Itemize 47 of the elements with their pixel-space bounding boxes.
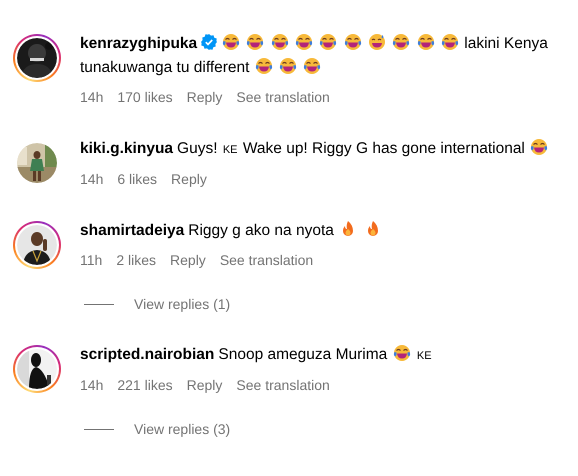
- comment-text: tunakuwanga tu different: [80, 59, 250, 76]
- timestamp: 14h: [80, 88, 104, 107]
- comment-text: Riggy g ako na nyota: [188, 222, 334, 239]
- laughing-face-icon: [319, 33, 338, 51]
- timestamp: 11h: [80, 251, 102, 270]
- laughing-face-icon: [344, 33, 362, 51]
- laughing-face-icon: [530, 138, 548, 156]
- comment-text: lakini Kenya: [464, 35, 548, 52]
- laughing-face-icon: [279, 57, 298, 75]
- view-replies-link[interactable]: View replies (3): [134, 419, 230, 439]
- timestamp: 14h: [80, 376, 104, 395]
- translation-link[interactable]: See translation: [236, 87, 330, 107]
- flag-code: KE: [222, 144, 238, 156]
- username[interactable]: scripted.nairobian: [80, 346, 214, 363]
- likes-count[interactable]: 221 likes: [117, 375, 173, 395]
- timestamp: 14h: [80, 170, 104, 189]
- laughing-face-icon: [303, 57, 322, 75]
- laughing-face-icon: [392, 344, 411, 362]
- username[interactable]: kenrazyghipuka: [80, 35, 198, 52]
- laughing-face-icon: [392, 33, 410, 51]
- translation-link[interactable]: See translation: [236, 375, 330, 395]
- reply-link[interactable]: Reply: [186, 375, 222, 395]
- reply-link[interactable]: Reply: [186, 87, 222, 107]
- reply-link[interactable]: Reply: [170, 250, 206, 270]
- username[interactable]: shamirtadeiya: [80, 222, 184, 239]
- reply-link[interactable]: Reply: [171, 169, 207, 189]
- story-ring[interactable]: [13, 345, 61, 393]
- likes-count[interactable]: 2 likes: [116, 250, 156, 270]
- comment-text: Guys!: [177, 140, 218, 157]
- story-ring[interactable]: [13, 34, 61, 82]
- story-ring[interactable]: [13, 221, 61, 269]
- likes-count[interactable]: 6 likes: [117, 169, 158, 189]
- view-replies-link[interactable]: View replies (1): [134, 294, 230, 314]
- laughing-face-icon: [222, 33, 240, 51]
- sweating-face-icon: [368, 33, 386, 51]
- comment-text: Snoop ameguza Murima: [218, 346, 388, 363]
- username[interactable]: kiki.g.kinyua: [80, 140, 174, 157]
- laughing-face-icon: [295, 33, 314, 51]
- flag-code: KE: [416, 350, 432, 362]
- comment-text: Wake up! Riggy G has gone international: [242, 140, 525, 157]
- laughing-face-icon: [440, 33, 459, 51]
- laughing-face-icon: [416, 33, 435, 51]
- laughing-face-icon: [270, 33, 289, 51]
- laughing-face-icon: [254, 57, 273, 75]
- laughing-face-icon: [246, 33, 264, 51]
- translation-link[interactable]: See translation: [220, 250, 314, 270]
- likes-count[interactable]: 170 likes: [117, 87, 173, 107]
